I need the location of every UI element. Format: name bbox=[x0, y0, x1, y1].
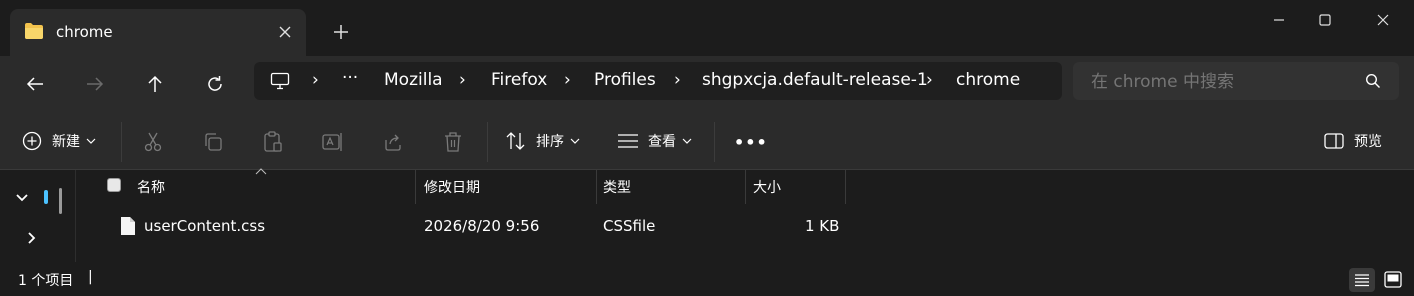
refresh-button[interactable] bbox=[195, 64, 235, 104]
close-window-button[interactable] bbox=[1360, 6, 1406, 34]
column-divider[interactable] bbox=[415, 170, 416, 204]
search-icon[interactable] bbox=[1365, 73, 1381, 89]
column-header-name[interactable]: 名称 bbox=[137, 170, 165, 204]
tab-chrome[interactable]: chrome bbox=[10, 9, 306, 56]
preview-pane-button[interactable]: 预览 bbox=[1324, 122, 1382, 160]
address-bar[interactable]: › ··· Mozilla › Firefox › Profiles › shg… bbox=[254, 62, 1062, 100]
maximize-icon bbox=[1319, 14, 1331, 26]
view-button[interactable]: 查看 bbox=[617, 122, 692, 160]
tab-title: chrome bbox=[56, 23, 113, 41]
column-divider[interactable] bbox=[596, 170, 597, 204]
pane-divider bbox=[75, 170, 76, 262]
nav-pane-scrollbar[interactable] bbox=[59, 188, 62, 214]
tiles-view-button[interactable] bbox=[1380, 268, 1406, 292]
chevron-right-icon[interactable]: › bbox=[926, 70, 933, 90]
breadcrumb-profiles[interactable]: Profiles bbox=[594, 70, 656, 90]
breadcrumb-profile-folder[interactable]: shgpxcja.default-release-1 bbox=[702, 70, 928, 90]
selection-indicator bbox=[44, 190, 48, 204]
toolbar-divider bbox=[714, 122, 715, 162]
sort-ascending-icon bbox=[255, 168, 267, 175]
cut-icon[interactable] bbox=[143, 132, 163, 152]
share-icon[interactable] bbox=[383, 132, 403, 152]
add-circle-icon bbox=[22, 131, 42, 151]
copy-icon[interactable] bbox=[203, 132, 223, 152]
toolbar-divider bbox=[121, 122, 122, 162]
close-icon bbox=[1377, 14, 1389, 26]
chevron-down-icon bbox=[86, 138, 96, 144]
chevron-right-icon[interactable]: › bbox=[564, 70, 571, 90]
minimize-button[interactable] bbox=[1256, 6, 1302, 34]
new-tab-icon[interactable] bbox=[333, 24, 349, 40]
refresh-icon bbox=[206, 75, 224, 93]
new-label: 新建 bbox=[52, 134, 80, 150]
status-bar bbox=[0, 262, 1414, 296]
toolbar-divider bbox=[487, 122, 488, 162]
up-arrow-icon bbox=[147, 75, 163, 93]
chevron-right-icon[interactable]: › bbox=[674, 70, 681, 90]
delete-icon[interactable] bbox=[443, 131, 463, 153]
column-divider[interactable] bbox=[845, 170, 846, 204]
chevron-down-icon bbox=[570, 138, 580, 144]
navigation-bar: › ··· Mozilla › Firefox › Profiles › shg… bbox=[0, 56, 1414, 112]
chevron-right-icon[interactable]: › bbox=[459, 70, 466, 90]
minimize-icon bbox=[1273, 14, 1285, 26]
details-view-icon bbox=[1354, 273, 1370, 287]
column-header-modified[interactable]: 修改日期 bbox=[424, 170, 480, 204]
sort-icon bbox=[505, 131, 527, 151]
folder-icon bbox=[24, 22, 44, 40]
maximize-button[interactable] bbox=[1302, 6, 1348, 34]
view-lines-icon bbox=[617, 133, 639, 149]
column-divider[interactable] bbox=[745, 170, 746, 204]
select-all-checkbox[interactable] bbox=[107, 178, 121, 192]
this-pc-icon[interactable] bbox=[270, 72, 290, 90]
chevron-right-icon[interactable]: › bbox=[312, 70, 319, 90]
search-box[interactable] bbox=[1073, 62, 1399, 100]
chevron-right-icon[interactable] bbox=[28, 232, 36, 244]
more-options-button[interactable]: ••• bbox=[734, 133, 768, 152]
text-cursor: | bbox=[88, 269, 93, 285]
rename-icon[interactable] bbox=[322, 132, 344, 152]
breadcrumb-chrome[interactable]: chrome bbox=[956, 70, 1020, 90]
file-icon bbox=[120, 216, 136, 236]
file-size: 1 KB bbox=[805, 217, 840, 235]
forward-button[interactable] bbox=[75, 64, 115, 104]
column-header-size[interactable]: 大小 bbox=[753, 170, 781, 204]
navigation-pane bbox=[0, 170, 76, 262]
item-count: 1 个项目 bbox=[18, 273, 74, 289]
forward-arrow-icon bbox=[86, 76, 104, 92]
search-input[interactable] bbox=[1089, 70, 1353, 94]
up-button[interactable] bbox=[135, 64, 175, 104]
file-name[interactable]: userContent.css bbox=[144, 217, 265, 235]
chevron-down-icon[interactable] bbox=[16, 194, 28, 202]
breadcrumb-overflow[interactable]: ··· bbox=[342, 68, 358, 88]
preview-pane-icon bbox=[1324, 133, 1344, 149]
back-button[interactable] bbox=[15, 64, 55, 104]
back-arrow-icon bbox=[26, 76, 44, 92]
breadcrumb-mozilla[interactable]: Mozilla bbox=[384, 70, 443, 90]
column-header-type[interactable]: 类型 bbox=[603, 170, 631, 204]
file-type: CSSfile bbox=[603, 217, 656, 235]
breadcrumb-firefox[interactable]: Firefox bbox=[491, 70, 547, 90]
details-view-button[interactable] bbox=[1349, 268, 1375, 292]
sort-label: 排序 bbox=[536, 134, 564, 150]
view-label: 查看 bbox=[648, 134, 676, 150]
close-tab-icon[interactable] bbox=[278, 25, 292, 39]
preview-label: 预览 bbox=[1354, 134, 1382, 150]
new-button[interactable]: 新建 bbox=[22, 122, 96, 160]
tiles-view-icon bbox=[1384, 271, 1402, 288]
paste-icon[interactable] bbox=[263, 131, 283, 153]
chevron-down-icon bbox=[682, 138, 692, 144]
sort-button[interactable]: 排序 bbox=[505, 122, 580, 160]
file-modified: 2026/8/20 9:56 bbox=[424, 217, 540, 235]
